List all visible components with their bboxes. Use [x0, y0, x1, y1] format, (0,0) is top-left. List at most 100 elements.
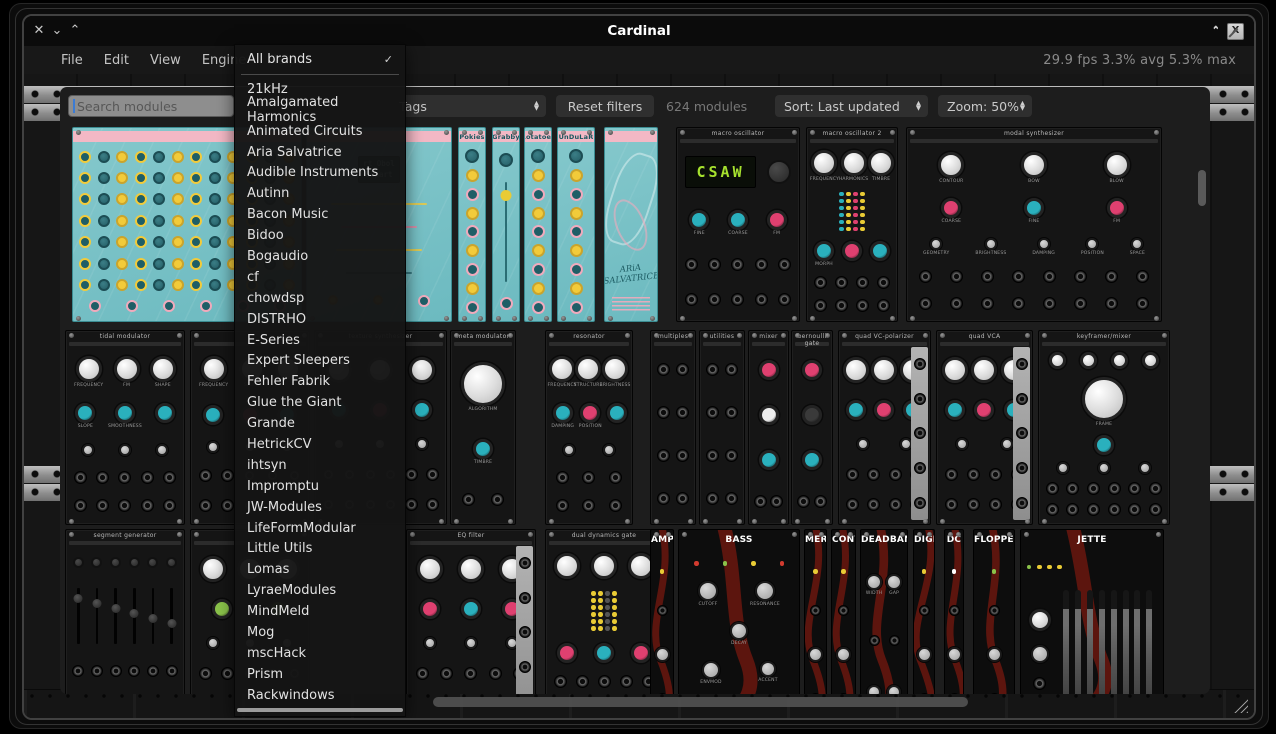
module-preview-mixer[interactable]: mixer — [748, 330, 789, 525]
brand-menu-item[interactable]: Bidoo — [235, 225, 405, 246]
brand-menu-item[interactable]: LyraeModules — [235, 580, 405, 601]
brand-menu-item[interactable]: LifeFormModular — [235, 518, 405, 539]
brand-menu-item[interactable]: cf — [235, 267, 405, 288]
control — [116, 151, 128, 163]
module-preview-dc[interactable]: DC — [944, 529, 964, 694]
module-preview-rotatoes[interactable]: Rotatoes — [524, 127, 552, 322]
module-preview-bernoulli-gate[interactable]: bernoulli gate — [791, 330, 833, 525]
module-preview-eq-filter[interactable]: EQ filter — [406, 529, 536, 694]
brand-menu-item[interactable]: Bogaudio — [235, 246, 405, 267]
collapse-chevrons-icon[interactable]: ⌃⌃ — [1212, 28, 1220, 34]
screw-icon — [781, 519, 786, 524]
module-preview-deadband[interactable]: DEADBANDWIDTHGAP — [860, 529, 908, 694]
screw-icon — [792, 532, 797, 537]
module-preview-keyframer-mixer[interactable]: keyframer/mixerFRAME — [1038, 330, 1170, 525]
brand-menu-item[interactable]: Prism — [235, 664, 405, 685]
screw-icon — [948, 532, 953, 537]
menubar: FileEditViewEngineHelp29.9 fps 3.3% avg … — [24, 46, 1254, 75]
brand-menu-item[interactable]: JW-Modules — [235, 497, 405, 518]
screw-icon — [688, 333, 693, 338]
brand-menu-item[interactable]: MindMeld — [235, 601, 405, 622]
control — [172, 236, 184, 248]
control — [98, 258, 110, 270]
fader — [1134, 590, 1140, 694]
brand-menu-item[interactable]: Glue the Giant — [235, 392, 405, 413]
module-preview-mera[interactable]: MERA — [804, 529, 827, 694]
module-preview-resonator[interactable]: resonatorFREQUENCYSTRUCTUREBRIGHTNESSDAM… — [545, 330, 633, 525]
output-strip — [911, 347, 928, 520]
menu-edit[interactable]: Edit — [104, 53, 129, 68]
module-preview-pokies[interactable]: Pokies — [458, 127, 486, 322]
jack — [582, 499, 595, 512]
module-preview-flopper[interactable]: FLOPPER — [973, 529, 1015, 694]
jack — [949, 605, 960, 616]
vertical-scrollbar[interactable] — [1198, 170, 1206, 206]
jack — [1074, 270, 1087, 283]
brand-menu-item[interactable]: Little Utils — [235, 538, 405, 559]
control — [570, 225, 583, 238]
brand-menu-item[interactable]: E-Series — [235, 330, 405, 351]
module-title: macro oscillator 2 — [807, 130, 897, 137]
control — [79, 151, 91, 163]
control — [98, 279, 110, 291]
brand-menu-item[interactable]: DISTRHO — [235, 309, 405, 330]
module-preview-segment-generator[interactable]: segment generator — [65, 529, 185, 694]
brand-menu-item[interactable]: Lomas — [235, 559, 405, 580]
brand-menu-item[interactable]: Audible Instruments — [235, 162, 405, 183]
knob — [814, 241, 834, 261]
menu-file[interactable]: File — [61, 53, 83, 68]
brand-menu-item[interactable]: Rackwindows — [235, 685, 405, 706]
cardinal-window: ✕ ⌄ ⌃ Cardinal ⌃⌃ X FileEditViewEngineHe… — [22, 14, 1256, 720]
module-preview-utilities[interactable]: utilities — [699, 330, 745, 525]
control — [79, 236, 91, 248]
screw-icon — [900, 532, 905, 537]
maximize-window-icon[interactable]: ⌃ — [66, 16, 84, 46]
menu-view[interactable]: View — [150, 53, 181, 68]
module-preview-multiples[interactable]: multiples — [650, 330, 696, 525]
brand-menu-item[interactable]: Mog — [235, 622, 405, 643]
minimize-window-icon[interactable]: ⌄ — [48, 16, 66, 46]
module-preview-jette[interactable]: JETTE — [1020, 529, 1164, 694]
module-preview-amp[interactable]: AMP — [650, 529, 674, 694]
knob — [115, 403, 135, 423]
module-preview[interactable]: ARiA SALVATRICE — [604, 127, 658, 322]
brand-menu-item-all[interactable]: All brands ✓ — [235, 49, 405, 70]
brand-label: Aria Salvatrice — [247, 145, 342, 160]
brand-menu-item[interactable]: HetrickCV — [235, 434, 405, 455]
brand-menu-item[interactable]: Impromptu — [235, 476, 405, 497]
brand-menu-item[interactable]: Expert Sleepers — [235, 350, 405, 371]
brand-menu-item[interactable]: ihtsyn — [235, 455, 405, 476]
brand-menu-item[interactable]: Amalgamated Harmonics — [235, 100, 405, 121]
screw-icon — [650, 130, 655, 135]
brand-menu-item[interactable]: Autinn — [235, 183, 405, 204]
control — [98, 236, 110, 248]
brand-menu-item[interactable]: Bacon Music — [235, 204, 405, 225]
module-preview-meta-modulator[interactable]: meta modulatorALGORITHMTIMBRE — [450, 330, 516, 525]
module-preview-undular[interactable]: UnDuLaR — [557, 127, 595, 322]
module-preview-quad-vca[interactable]: quad VCA — [936, 330, 1033, 525]
module-preview-grabby[interactable]: Grabby — [492, 127, 520, 322]
control — [135, 279, 147, 291]
module-preview-conv[interactable]: CONV — [831, 529, 856, 694]
module-preview-tidal-modulator[interactable]: tidal modulatorFREQUENCYFMSHAPESLOPESMOO… — [65, 330, 185, 525]
module-preview-modal-synthesizer[interactable]: modal synthesizerCONTOURBOWBLOWCOARSEFIN… — [906, 127, 1162, 322]
module-preview-macro-oscillator-2[interactable]: macro oscillator 2FREQUENCYHARMONICSTIMB… — [806, 127, 898, 322]
screw-icon — [688, 519, 693, 524]
brand-menu-item[interactable]: mscHack — [235, 643, 405, 664]
jack — [609, 499, 622, 512]
module-preview-dual-dynamics-gate[interactable]: dual dynamics gate — [545, 529, 663, 694]
module-preview-bass[interactable]: BASSCUTOFFRESONANCEDECAYENVMODACCENT — [678, 529, 800, 694]
screw-icon — [587, 316, 592, 321]
brand-menu-item[interactable]: Aria Salvatrice — [235, 142, 405, 163]
knob — [155, 403, 175, 423]
brand-menu-item[interactable]: Grande — [235, 413, 405, 434]
horizontal-scrollbar[interactable] — [433, 697, 968, 707]
module-preview-quad-vc-polarizer[interactable]: quad VC-polarizer — [838, 330, 931, 525]
brand-menu-item[interactable]: Fehler Fabrik — [235, 371, 405, 392]
brand-menu-item[interactable]: chowdsp — [235, 288, 405, 309]
module-preview-macro-oscillator[interactable]: macro oscillatorCSAWFINECOARSEFM — [676, 127, 800, 322]
module-preview-digi[interactable]: DIGI — [913, 529, 935, 694]
close-window-icon[interactable]: ✕ — [30, 16, 48, 46]
jack — [657, 449, 670, 462]
knob — [808, 647, 823, 662]
